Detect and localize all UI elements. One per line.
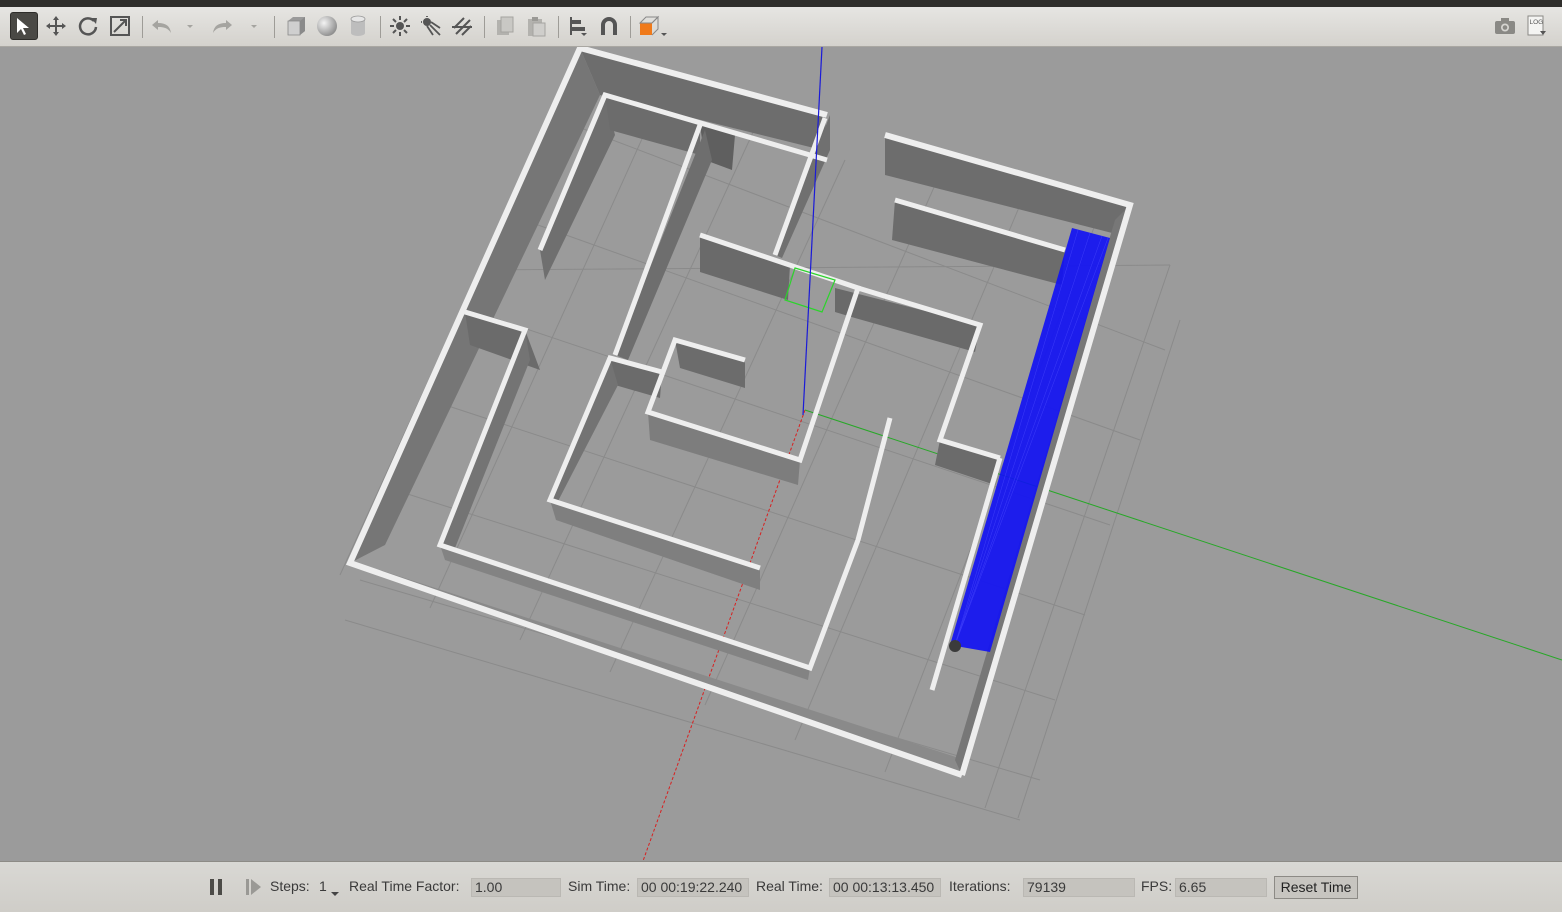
- snap-button[interactable]: [595, 12, 623, 40]
- iterations-field: 79139: [1023, 878, 1135, 897]
- redo-icon: [213, 20, 232, 33]
- pause-icon: [210, 879, 222, 895]
- snap-icon: [601, 17, 617, 35]
- toolbar: LOG: [0, 7, 1562, 47]
- paste-icon: [528, 17, 546, 37]
- spot-light-button[interactable]: [417, 12, 445, 40]
- cylinder-shape-button[interactable]: [344, 12, 372, 40]
- pause-button[interactable]: [206, 876, 228, 898]
- robot-model: [949, 640, 961, 652]
- maze-walls: [345, 47, 1134, 778]
- rotate-mode-button[interactable]: [74, 12, 102, 40]
- view-angle-button[interactable]: [636, 12, 670, 40]
- steps-dropdown[interactable]: [330, 884, 340, 903]
- sim-time-field: 00 00:19:22.240: [637, 878, 749, 897]
- sphere-shape-icon: [317, 16, 337, 36]
- point-light-icon: [390, 16, 410, 36]
- view-angle-icon: [638, 15, 667, 36]
- align-icon: [570, 17, 587, 36]
- toolbar-separator: [630, 16, 631, 38]
- screenshot-button[interactable]: [1491, 12, 1519, 40]
- box-shape-button[interactable]: [282, 12, 310, 40]
- align-button[interactable]: [564, 12, 592, 40]
- toolbar-separator: [142, 16, 143, 38]
- select-mode-icon: [17, 18, 29, 35]
- laser-scan: [950, 228, 1110, 652]
- log-button[interactable]: LOG: [1522, 12, 1550, 40]
- rotate-mode-icon: [78, 17, 98, 36]
- screenshot-icon: [1495, 18, 1515, 34]
- sphere-shape-button[interactable]: [313, 12, 341, 40]
- fps-label: FPS:: [1141, 878, 1173, 894]
- window-top-edge: [0, 0, 1562, 7]
- toolbar-separator: [558, 16, 559, 38]
- copy-icon: [497, 16, 514, 35]
- undo-icon: [152, 20, 171, 33]
- steps-label: Steps:: [270, 878, 310, 894]
- directional-light-icon: [452, 17, 472, 36]
- step-forward-icon: [246, 879, 261, 895]
- chevron-down-icon: [331, 892, 339, 896]
- directional-light-button[interactable]: [448, 12, 476, 40]
- reset-time-button[interactable]: Reset Time: [1274, 876, 1358, 899]
- paste-button[interactable]: [522, 12, 550, 40]
- chevron-down-icon: [251, 25, 257, 28]
- select-mode-button[interactable]: [10, 12, 38, 40]
- real-time-factor-field: 1.00: [471, 878, 561, 897]
- undo-button[interactable]: [148, 12, 176, 40]
- iterations-label: Iterations:: [949, 878, 1011, 894]
- translate-mode-button[interactable]: [42, 12, 70, 40]
- toolbar-separator: [484, 16, 485, 38]
- redo-history-dropdown[interactable]: [244, 12, 264, 40]
- point-light-button[interactable]: [386, 12, 414, 40]
- sim-time-label: Sim Time:: [568, 878, 631, 894]
- z-axis-line: [802, 47, 823, 416]
- status-bar: Steps: 1 Real Time Factor: 1.00 Sim Time…: [0, 861, 1562, 912]
- step-button[interactable]: [243, 876, 265, 898]
- scene-render: [339, 47, 1562, 861]
- real-time-field: 00 00:13:13.450: [829, 878, 941, 897]
- copy-button[interactable]: [491, 12, 519, 40]
- steps-value[interactable]: 1: [319, 878, 327, 894]
- real-time-factor-label: Real Time Factor:: [349, 878, 460, 894]
- y-axis-line: [804, 409, 1562, 661]
- log-icon: LOG: [1527, 15, 1546, 36]
- redo-button[interactable]: [208, 12, 236, 40]
- toolbar-separator: [274, 16, 275, 38]
- real-time-label: Real Time:: [756, 878, 823, 894]
- cylinder-shape-icon: [350, 15, 366, 36]
- log-icon-text: LOG: [1530, 19, 1544, 26]
- fps-field: 6.65: [1175, 878, 1267, 897]
- spot-light-icon: [421, 16, 441, 36]
- chevron-down-icon: [187, 25, 193, 28]
- undo-history-dropdown[interactable]: [180, 12, 200, 40]
- scale-mode-icon: [110, 16, 130, 36]
- box-shape-icon: [287, 17, 305, 36]
- translate-mode-icon: [46, 16, 66, 36]
- scene-viewport[interactable]: [0, 47, 1562, 861]
- toolbar-separator: [380, 16, 381, 38]
- scale-mode-button[interactable]: [106, 12, 134, 40]
